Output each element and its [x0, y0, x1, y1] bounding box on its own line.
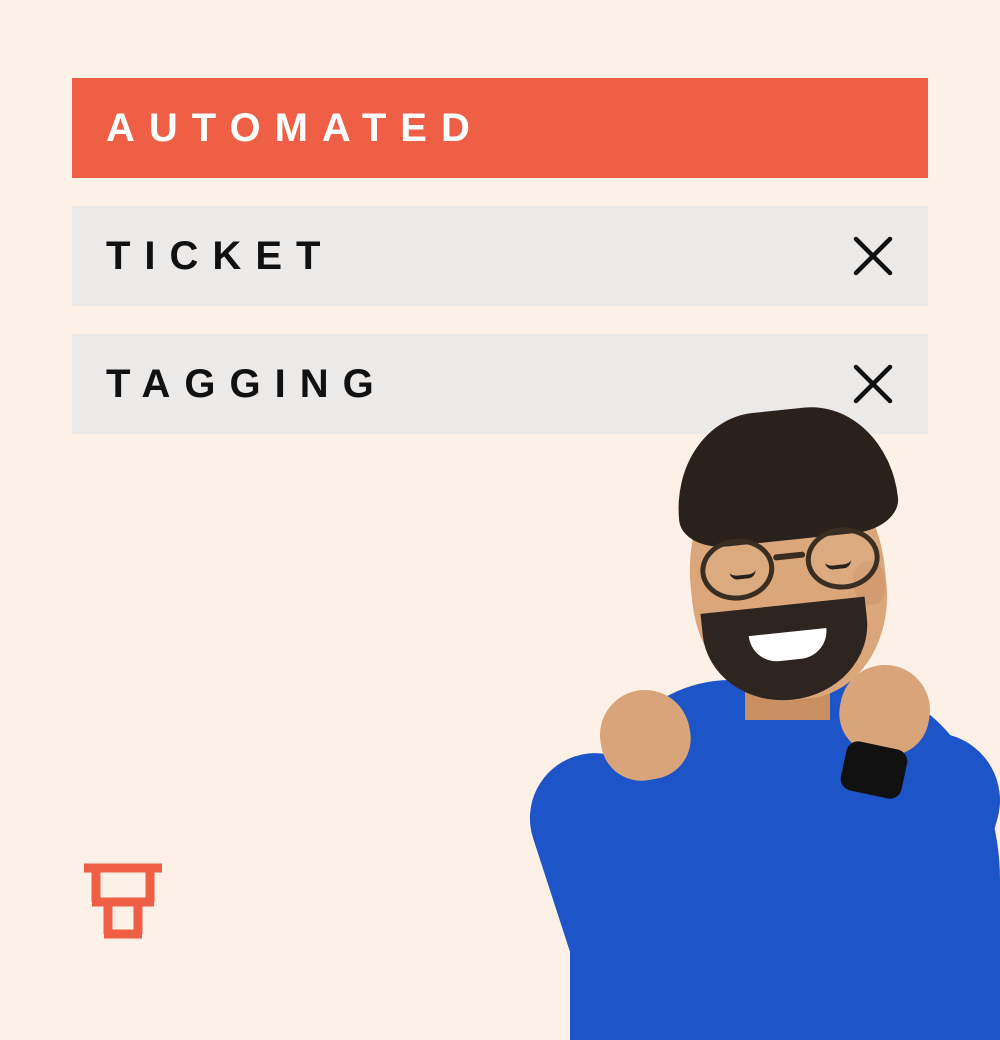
banner-label: TAGGING [106, 362, 388, 407]
close-icon[interactable] [852, 235, 894, 277]
banner-ticket: TICKET [72, 206, 928, 306]
banner-label: AUTOMATED [106, 106, 484, 151]
banner-label: TICKET [106, 234, 334, 279]
banner-stack: AUTOMATED TICKET TAGGING [72, 78, 928, 462]
banner-automated: AUTOMATED [72, 78, 928, 178]
banner-tagging: TAGGING [72, 334, 928, 434]
brand-logo-icon [78, 856, 168, 946]
celebrating-person-illustration [540, 440, 1000, 1000]
close-icon[interactable] [852, 363, 894, 405]
